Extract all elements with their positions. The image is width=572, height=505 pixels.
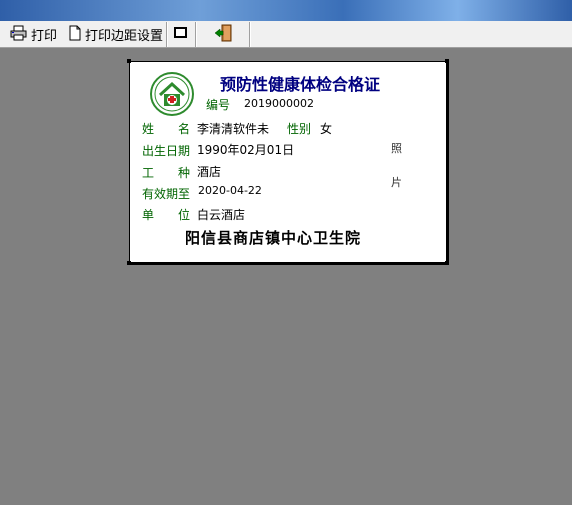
employer-value: 白云酒店 — [197, 208, 246, 222]
toolbar-separator — [195, 22, 197, 47]
number-label: 编号 — [206, 98, 231, 112]
health-emblem-icon — [150, 72, 194, 116]
page-view-button[interactable] — [173, 24, 189, 45]
gender-label: 性别 — [287, 122, 312, 136]
corner-handle — [127, 261, 131, 265]
print-label: 打印 — [31, 29, 58, 44]
valid-until-label: 有效期至 — [142, 187, 191, 201]
job-type-label: 工 种 — [142, 166, 191, 180]
exit-door-icon — [214, 24, 234, 46]
exit-button[interactable] — [214, 24, 234, 45]
employer-label: 单 位 — [142, 208, 191, 222]
print-toolbar: 打印 打印边距设置 — [0, 21, 572, 48]
certificate-title: 预防性健康体检合格证 — [220, 75, 381, 94]
toolbar-separator — [166, 22, 168, 47]
print-button[interactable]: 打印 — [10, 24, 57, 45]
printer-icon — [10, 25, 28, 45]
window-titlebar — [0, 0, 572, 21]
page-icon — [68, 25, 82, 45]
job-type-value: 酒店 — [197, 165, 222, 179]
valid-until-value: 2020-04-22 — [198, 184, 262, 197]
number-value: 2019000002 — [244, 97, 314, 110]
corner-handle — [445, 261, 449, 265]
photo-placeholder-bottom: 片 — [391, 176, 402, 189]
health-certificate-card: 预防性健康体检合格证 编号 2019000002 姓 名 李清清软件未 性别 女… — [127, 59, 449, 265]
toolbar-separator — [249, 22, 251, 47]
issuing-authority: 阳信县商店镇中心卫生院 — [185, 229, 362, 247]
name-value: 李清清软件未 — [197, 122, 270, 136]
birth-date-label: 出生日期 — [142, 144, 191, 158]
photo-placeholder-top: 照 — [391, 142, 402, 155]
corner-handle — [445, 59, 449, 63]
corner-handle — [127, 59, 131, 63]
margin-settings-label: 打印边距设置 — [85, 29, 164, 44]
rectangle-icon — [173, 26, 189, 44]
birth-date-value: 1990年02月01日 — [197, 143, 295, 157]
name-label: 姓 名 — [142, 122, 191, 136]
gender-value: 女 — [320, 122, 333, 136]
margin-settings-button[interactable]: 打印边距设置 — [68, 24, 163, 45]
